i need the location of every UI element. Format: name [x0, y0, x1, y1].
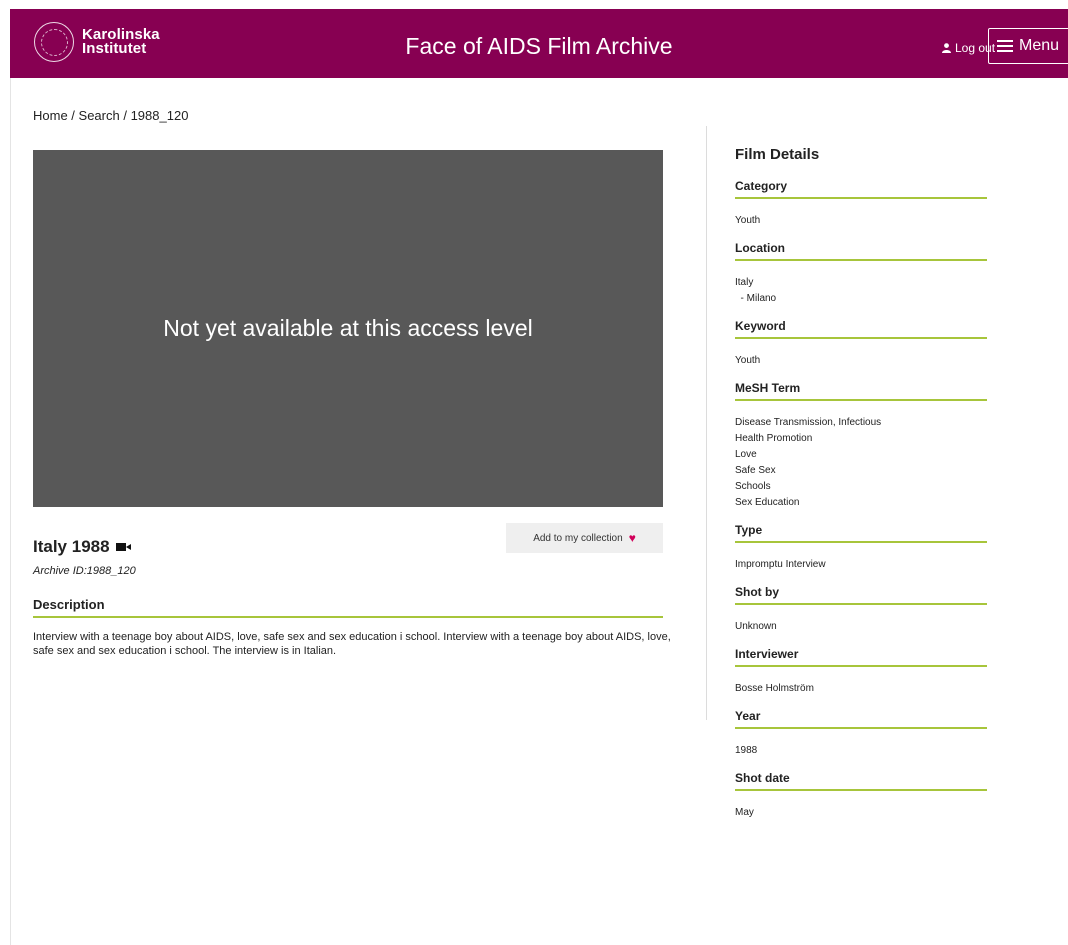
detail-values: Impromptu Interview	[735, 543, 987, 585]
detail-values: Youth	[735, 199, 987, 241]
video-camera-icon	[115, 543, 131, 551]
menu-button[interactable]: Menu	[988, 28, 1068, 64]
menu-label: Menu	[1019, 37, 1060, 54]
detail-value: Italy	[735, 277, 754, 288]
detail-label: Year	[735, 709, 987, 729]
detail-label: Keyword	[735, 319, 987, 339]
breadcrumb-search[interactable]: Search	[79, 108, 120, 123]
add-to-collection-label: Add to my collection	[533, 532, 623, 544]
detail-value: Youth	[735, 355, 761, 366]
detail-value: Disease Transmission, Infectious	[735, 417, 882, 428]
detail-value: 1988	[735, 745, 758, 756]
film-title: Italy 1988	[33, 537, 131, 557]
detail-values: 1988	[735, 729, 987, 771]
detail-value: Impromptu Interview	[735, 559, 826, 570]
sidebar-divider	[706, 126, 707, 720]
detail-value: Youth	[735, 215, 761, 226]
detail-label: Interviewer	[735, 647, 987, 667]
detail-value: Sex Education	[735, 497, 800, 508]
archive-id: Archive ID:1988_120	[33, 565, 136, 577]
detail-value: Love	[735, 449, 757, 460]
hamburger-icon	[997, 40, 1013, 52]
video-unavailable-message: Not yet available at this access level	[163, 315, 533, 341]
page-left-border	[10, 78, 11, 945]
detail-label: Type	[735, 523, 987, 543]
detail-values: Disease Transmission, Infectious Health P…	[735, 401, 987, 523]
user-icon	[942, 43, 951, 53]
detail-value: - Milano	[735, 293, 777, 304]
heart-icon: ♥	[628, 531, 636, 545]
detail-values: Italy - Milano	[735, 261, 987, 319]
site-title[interactable]: Face of AIDS Film Archive	[10, 33, 1068, 60]
detail-values: May	[735, 791, 987, 833]
breadcrumb-home[interactable]: Home	[33, 108, 68, 123]
detail-value: Health Promotion	[735, 433, 813, 444]
detail-value: Bosse Holmström	[735, 683, 814, 694]
video-player[interactable]: Not yet available at this access level	[33, 150, 663, 507]
detail-values: Unknown	[735, 605, 987, 647]
breadcrumb: Home / Search / 1988_120	[33, 108, 189, 123]
add-to-collection-button[interactable]: Add to my collection ♥	[506, 523, 663, 553]
film-details-sidebar: Film Details Category Youth Location Italy …	[735, 146, 987, 833]
description-text: Interview with a teenage boy about AIDS,…	[33, 631, 671, 657]
description-heading: Description	[33, 597, 663, 618]
detail-value: Unknown	[735, 621, 777, 632]
detail-value: May	[735, 807, 754, 818]
breadcrumb-current: 1988_120	[130, 108, 189, 123]
detail-label: Shot date	[735, 771, 987, 791]
film-title-text: Italy 1988	[33, 537, 110, 556]
detail-label: Location	[735, 241, 987, 261]
detail-label: MeSH Term	[735, 381, 987, 401]
site-header: Karolinska Institutet Face of AIDS Film …	[10, 9, 1068, 78]
detail-values: Youth	[735, 339, 987, 381]
detail-label: Category	[735, 179, 987, 199]
detail-value: Safe Sex	[735, 465, 776, 476]
film-details-title: Film Details	[735, 146, 820, 163]
detail-values: Bosse Holmström	[735, 667, 987, 709]
detail-value: Schools	[735, 481, 771, 492]
detail-label: Shot by	[735, 585, 987, 605]
